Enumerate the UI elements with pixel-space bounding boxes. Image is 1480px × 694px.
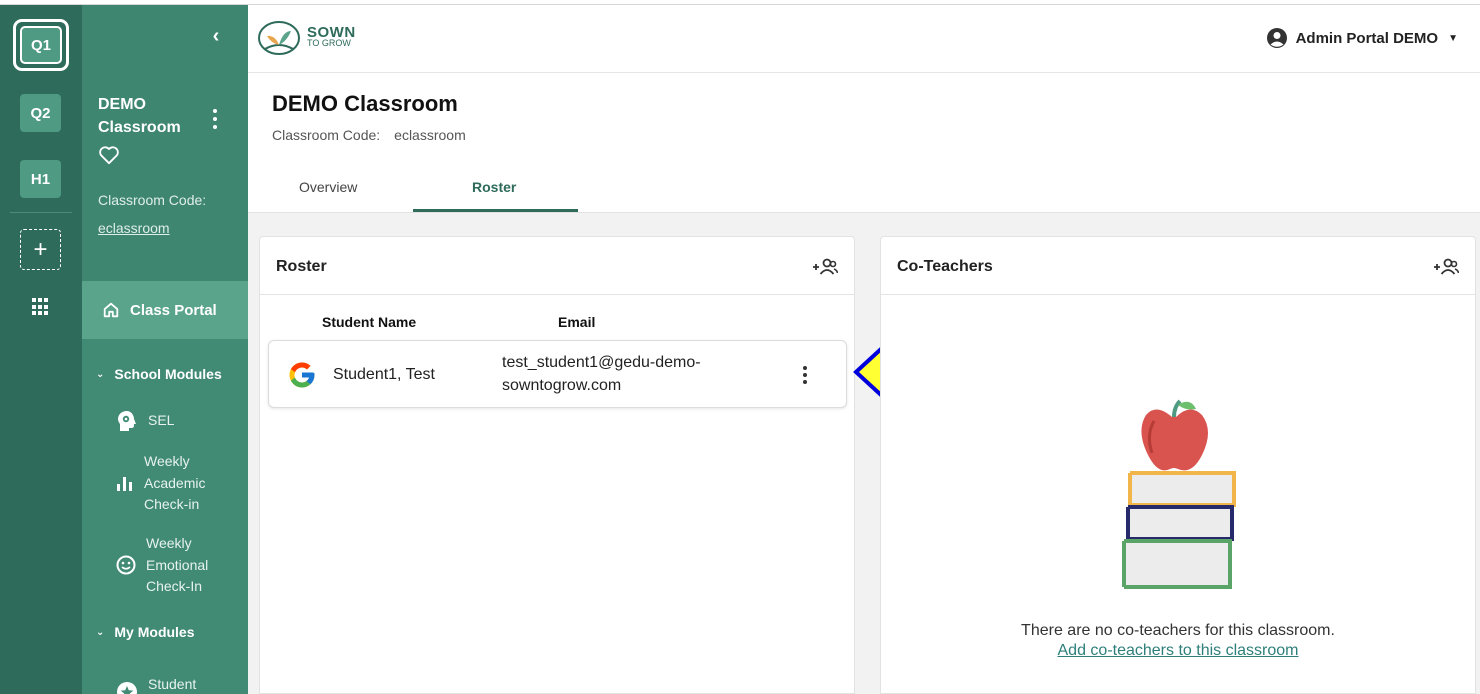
student-name: Student1, Test: [333, 366, 435, 383]
rail-class-q2[interactable]: Q2: [20, 94, 61, 132]
google-icon: [287, 360, 317, 395]
rail-class-q1[interactable]: Q1: [13, 19, 69, 71]
add-student-icon[interactable]: [812, 258, 839, 281]
tab-overview[interactable]: Overview: [299, 179, 357, 195]
star-icon: [117, 682, 137, 694]
head-gear-icon: [118, 411, 136, 431]
logo-sprout-icon: [258, 21, 300, 55]
coteachers-title: Co-Teachers: [897, 258, 993, 275]
sown-to-grow-logo[interactable]: SOWN TO GROW: [257, 19, 356, 57]
page-title: DEMO Classroom: [272, 91, 458, 116]
classroom-tabs: Overview Roster: [248, 165, 1480, 213]
my-modules-toggle[interactable]: ⌄ My Modules: [96, 624, 195, 640]
classroom-code-label: Classroom Code:: [272, 127, 381, 143]
rail-class-h1[interactable]: H1: [20, 160, 61, 198]
add-coteachers-link[interactable]: Add co-teachers to this classroom: [880, 641, 1476, 661]
module-label: SEL: [148, 412, 175, 429]
sidebar-code-label: Classroom Code:: [98, 192, 207, 208]
rail-class-label: Q1: [30, 36, 51, 54]
my-modules-label: My Modules: [114, 624, 195, 640]
classroom-menu-kebab-icon[interactable]: [212, 109, 218, 129]
user-menu[interactable]: Admin Portal DEMO ▼: [1266, 27, 1458, 49]
row-menu-kebab-icon[interactable]: [802, 366, 808, 384]
class-portal-nav[interactable]: Class Portal: [82, 281, 248, 339]
add-coteacher-icon[interactable]: [1433, 258, 1460, 281]
roster-card-header: Roster: [260, 237, 854, 295]
class-portal-label: Class Portal: [130, 301, 217, 319]
plus-icon: +: [33, 235, 48, 263]
account-circle-icon: [1266, 28, 1287, 48]
class-sidebar: ‹ DEMO Classroom Classroom Code: eclassr…: [82, 5, 248, 694]
sidebar-code-value[interactable]: eclassroom: [98, 220, 170, 236]
roster-title: Roster: [276, 258, 327, 275]
classroom-code-value: eclassroom: [394, 127, 466, 143]
collapse-sidebar-chevron-icon[interactable]: ‹: [206, 25, 226, 48]
school-modules-toggle[interactable]: ⌄ School Modules: [96, 366, 222, 382]
module-weekly-academic-check-in[interactable]: Weekly Academic Check-in: [116, 451, 224, 516]
apple-books-illustration: [1122, 399, 1236, 589]
top-header: SOWN TO GROW Admin Portal DEMO ▼: [248, 5, 1480, 73]
column-header-email[interactable]: Email: [558, 314, 595, 330]
coteachers-card-header: Co-Teachers: [881, 237, 1475, 295]
classroom-code: Classroom Code: eclassroom: [272, 127, 466, 143]
column-header-student-name[interactable]: Student Name: [322, 314, 416, 330]
roster-card: Roster: [259, 236, 855, 694]
rail-divider: [10, 212, 72, 213]
class-rail: Q1 Q2 H1 +: [0, 5, 82, 694]
user-name: Admin Portal DEMO: [1295, 29, 1439, 47]
student-email: test_student1@gedu-demo- sowntogrow.com: [502, 351, 752, 397]
logo-text: SOWN: [307, 24, 356, 41]
logo-subtext: TO GROW: [307, 38, 351, 48]
chevron-down-icon: ⌄: [96, 368, 105, 380]
home-icon: [103, 302, 119, 318]
module-student[interactable]: Student: [116, 667, 196, 694]
module-weekly-emotional-check-in[interactable]: Weekly Emotional Check-In: [116, 533, 226, 598]
apps-grid-icon[interactable]: [32, 298, 50, 316]
caret-down-icon: ▼: [1448, 32, 1458, 44]
rail-class-label: Q2: [30, 104, 51, 122]
table-row[interactable]: Student1, Test test_student1@gedu-demo- …: [268, 340, 847, 408]
favorite-heart-icon[interactable]: [98, 145, 120, 170]
empty-message: There are no co-teachers for this classr…: [1021, 622, 1335, 639]
school-modules-label: School Modules: [114, 366, 222, 382]
module-label: Weekly Emotional Check-In: [146, 535, 209, 594]
rail-class-label: H1: [30, 170, 51, 188]
smiley-icon: [116, 555, 136, 575]
module-sel[interactable]: SEL: [116, 409, 174, 433]
module-label: Weekly Academic Check-in: [144, 453, 206, 512]
sidebar-classroom-name: DEMO Classroom: [98, 96, 181, 136]
module-label: Student: [148, 676, 197, 693]
add-class-button[interactable]: +: [20, 229, 61, 270]
chevron-down-icon: ⌄: [96, 626, 105, 638]
bar-chart-icon: [117, 477, 132, 492]
active-tab-indicator: [413, 209, 578, 212]
coteachers-empty-state: There are no co-teachers for this classr…: [880, 621, 1476, 661]
student-email-line: sowntogrow.com: [502, 377, 622, 394]
tab-roster[interactable]: Roster: [472, 179, 516, 195]
student-email-line: test_student1@gedu-demo-: [502, 354, 701, 371]
